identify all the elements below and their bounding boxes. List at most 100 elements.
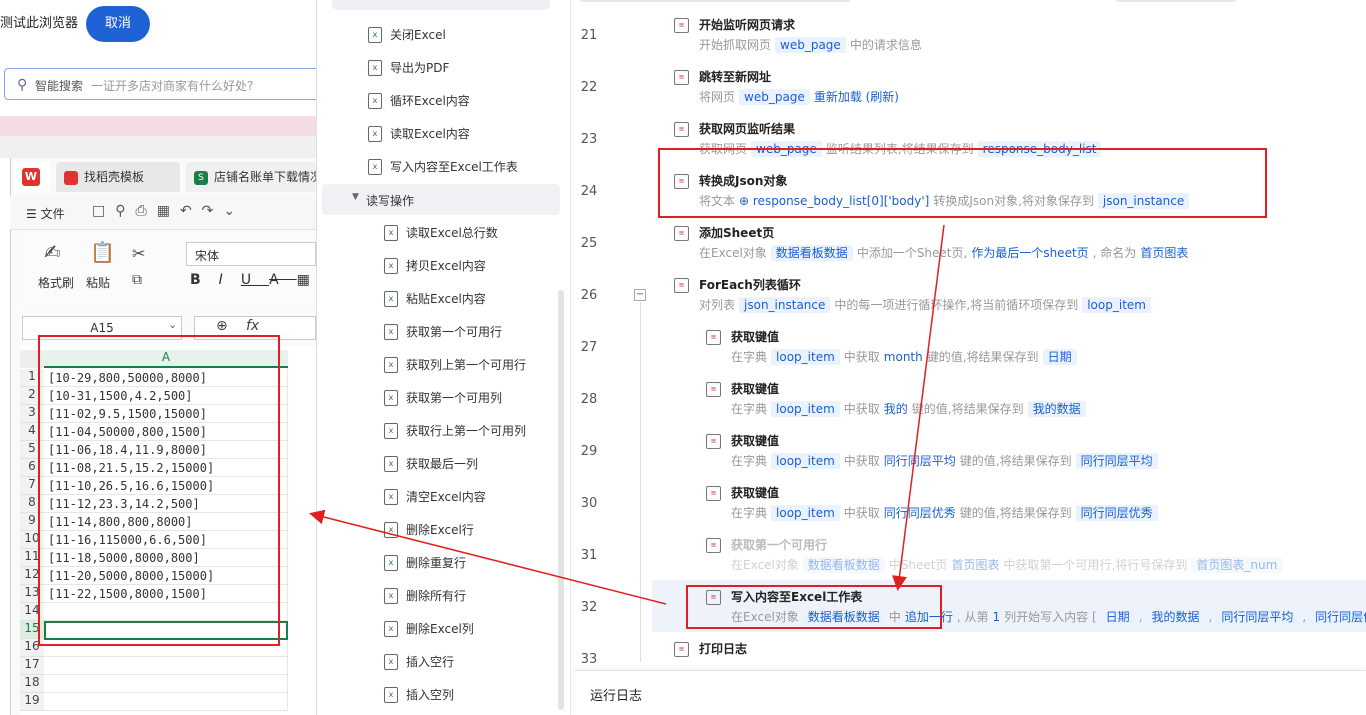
collapse-toggle[interactable]: − (634, 289, 646, 301)
excel-command-icon: x (384, 290, 398, 307)
command-item[interactable]: x 删除所有行 (384, 579, 564, 612)
command-item[interactable]: x 粘贴Excel内容 (384, 282, 564, 315)
variable-chip[interactable]: 同行同层平均 (1075, 453, 1158, 469)
variable-chip[interactable]: loop_item (771, 401, 840, 417)
line-number: 22 (580, 80, 598, 95)
variable-chip[interactable]: 数据看板数据 (802, 557, 885, 573)
step-title[interactable]: 获取网页监听结果 (699, 120, 795, 137)
variable-chip[interactable]: loop_item (771, 349, 840, 365)
step-description: 在字典 loop_item 中获取 同行同层平均 键的值,将结果保存到 同行同层平均 (731, 452, 1162, 469)
excel-command-icon: x (384, 620, 398, 637)
redo-icon[interactable]: ↷ (202, 203, 224, 219)
step-title[interactable]: ForEach列表循环 (699, 276, 801, 293)
command-item[interactable]: x 循环Excel内容 (368, 84, 558, 117)
table-cell[interactable] (44, 675, 288, 693)
command-item[interactable]: x 关闭Excel (368, 18, 558, 51)
variable-chip[interactable]: 日期 (1042, 349, 1077, 365)
command-item[interactable]: x 获取第一个可用行 (384, 315, 564, 348)
command-item[interactable]: x 插入空列 (384, 678, 564, 711)
chevron-down-icon[interactable]: ⌄ (223, 203, 245, 219)
command-item[interactable]: x 写入内容至Excel工作表 (368, 150, 558, 183)
print-icon[interactable]: ⎙ (136, 203, 157, 219)
step-title[interactable]: 开始监听网页请求 (699, 16, 795, 33)
strike-icon[interactable]: A (269, 272, 297, 288)
command-item[interactable]: x 获取列上第一个可用行 (384, 348, 564, 381)
command-item[interactable]: x 清空Excel内容 (384, 480, 564, 513)
step-title[interactable]: 获取键值 (731, 484, 779, 501)
variable-chip[interactable]: 我的数据 (1027, 401, 1086, 417)
tab-label: 店铺名账单下载情况 (214, 170, 316, 184)
run-log-panel[interactable]: 运行日志 (574, 670, 1366, 715)
step-icon: ≡ (706, 538, 721, 553)
share-icon[interactable]: ⚲ (115, 203, 135, 219)
step-title[interactable]: 跳转至新网址 (699, 68, 771, 85)
command-item[interactable]: x 删除重复行 (384, 546, 564, 579)
variable-chip[interactable]: 首页图表_num (1191, 557, 1283, 573)
table-cell[interactable] (44, 693, 288, 711)
cancel-button[interactable]: 取消 (86, 6, 150, 42)
tab-template[interactable]: 找稻壳模板 (56, 162, 180, 192)
variable-chip[interactable]: loop_item (771, 453, 840, 469)
step-title[interactable]: 获取键值 (731, 432, 779, 449)
command-label: 写入内容至Excel工作表 (390, 160, 518, 174)
variable-chip[interactable]: 我的数据 (1146, 609, 1205, 625)
save-icon[interactable]: □ (92, 203, 115, 219)
variable-chip[interactable]: loop_item (771, 505, 840, 521)
undo-icon[interactable]: ↶ (180, 203, 202, 219)
panel-tabbar (332, 0, 550, 10)
command-item[interactable]: x 拷贝Excel内容 (384, 249, 564, 282)
row-header[interactable]: 18 (20, 675, 44, 693)
command-item[interactable]: x 导出为PDF (368, 51, 558, 84)
row-header[interactable]: 19 (20, 693, 44, 711)
keyword: 同行同层优秀 (883, 506, 956, 520)
command-item[interactable]: x 删除Excel列 (384, 612, 564, 645)
variable-chip[interactable]: 日期 (1100, 609, 1135, 625)
wps-logo: W (14, 162, 50, 192)
variable-chip[interactable]: web_page (739, 89, 810, 105)
paste-icon[interactable]: 📋 (90, 240, 115, 264)
variable-chip[interactable]: 同行同层平均 (1216, 609, 1299, 625)
variable-chip[interactable]: json_instance (739, 297, 831, 313)
variable-chip[interactable]: 数据看板数据 (770, 245, 853, 261)
copy-icon[interactable]: ⧉ (132, 272, 142, 288)
bold-icon[interactable]: B (190, 272, 219, 288)
description-text: 中的每一项进行循环操作,将当前循环项保存到 (834, 298, 1079, 312)
step-title[interactable]: 获取第一个可用行 (731, 536, 827, 553)
command-item[interactable]: x 获取第一个可用列 (384, 381, 564, 414)
format-painter-icon[interactable]: ✍ (44, 240, 61, 264)
preview-icon[interactable]: ▦ (157, 203, 180, 219)
tab-spreadsheet[interactable]: S 店铺名账单下载情况 (186, 162, 316, 192)
command-item[interactable]: x 读取Excel内容 (368, 117, 558, 150)
command-item[interactable]: x 插入空行 (384, 645, 564, 678)
command-item[interactable]: x 读取Excel总行数 (384, 216, 564, 249)
command-label: 关闭Excel (390, 28, 446, 42)
loop-guide-line (640, 302, 641, 662)
panel-scrollbar[interactable] (558, 290, 564, 710)
zoom-icon[interactable]: ⊕ (216, 318, 228, 334)
group-read-write[interactable]: ▼ 读写操作 (322, 184, 560, 215)
variable-chip[interactable]: loop_item (1082, 297, 1151, 313)
keyword: 重新加载 (刷新) (813, 90, 899, 104)
underline-icon[interactable]: U (241, 272, 269, 288)
step-title[interactable]: 打印日志 (699, 640, 747, 657)
command-item[interactable]: x 删除Excel行 (384, 513, 564, 546)
italic-icon[interactable]: I (219, 272, 241, 288)
font-style-toolbar: BIUA▦ (190, 272, 328, 288)
command-item[interactable]: x 获取最后一列 (384, 447, 564, 480)
cut-icon[interactable]: ✂ (132, 244, 145, 263)
chevron-down-icon[interactable]: ⌄ (168, 318, 177, 331)
table-cell[interactable] (44, 657, 288, 675)
variable-chip[interactable]: 同行同层优秀 (1310, 609, 1366, 625)
variable-chip[interactable]: 同行同层优秀 (1075, 505, 1158, 521)
row-header[interactable]: 17 (20, 657, 44, 675)
step-title[interactable]: 获取键值 (731, 380, 779, 397)
step-description: 开始抓取网页 web_page 中的请求信息 (699, 36, 926, 53)
file-menu[interactable]: ☰ 文件 (26, 205, 65, 222)
step-title[interactable]: 获取键值 (731, 328, 779, 345)
step-icon: ≡ (674, 70, 689, 85)
step-title[interactable]: 添加Sheet页 (699, 224, 774, 241)
command-item[interactable]: x 获取行上第一个可用列 (384, 414, 564, 447)
font-select[interactable]: 宋体 (186, 242, 316, 266)
variable-chip[interactable]: web_page (775, 37, 846, 53)
search-input[interactable]: ⚲ 智能搜索 一证开多店对商家有什么好处? (4, 68, 334, 100)
